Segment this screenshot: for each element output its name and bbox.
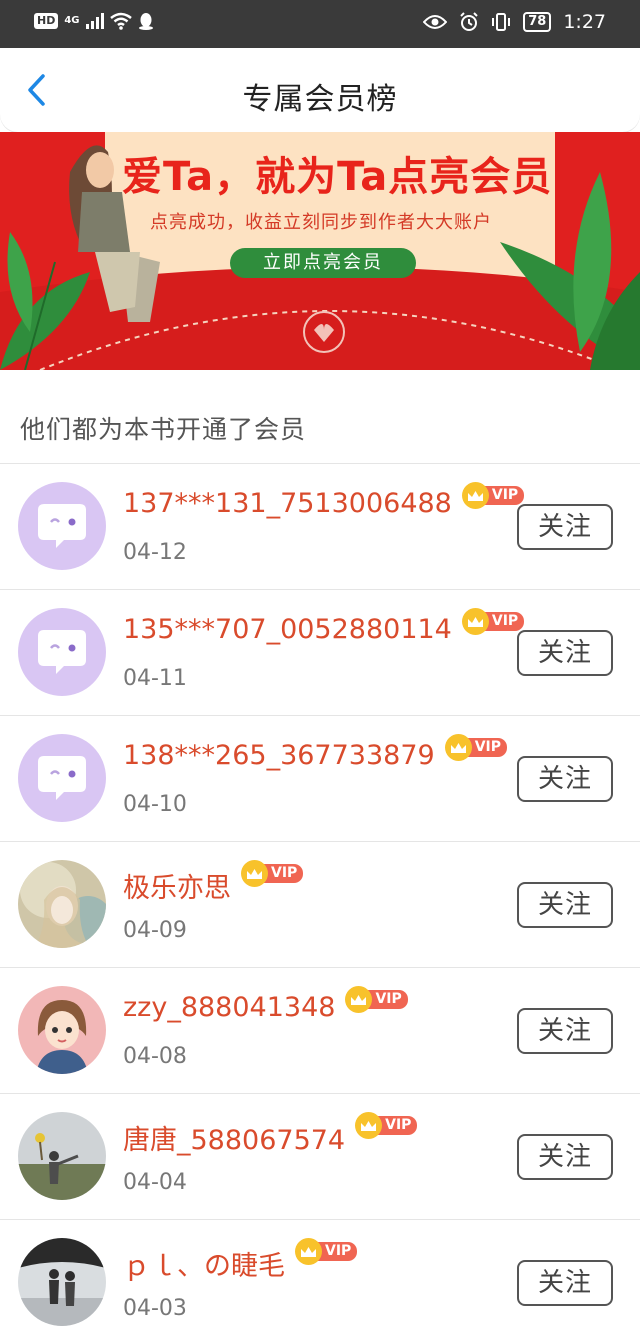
member-name[interactable]: 138***265_367733879 [123,740,435,771]
vip-label: VIP [465,738,507,757]
vip-label: VIP [482,486,525,505]
light-up-member-button[interactable]: 立即点亮会员 [230,248,416,278]
vip-label: VIP [376,1116,418,1135]
list-item[interactable]: zzy_888041348 VIP 04-08 关注 [0,968,640,1094]
member-name[interactable]: 135***707_0052880114 [123,614,452,645]
vip-badge: VIP [461,608,525,635]
wifi-icon [109,12,132,30]
vip-badge: VIP [241,860,304,887]
hd-indicator: HD [34,13,59,29]
crown-icon [461,482,489,509]
list-item[interactable]: 极乐亦思 VIP 04-09 关注 [0,842,640,968]
name-line: 137***131_7513006488 VIP [123,482,525,519]
vibrate-icon [492,13,511,31]
vip-label: VIP [366,990,408,1009]
alarm-icon [460,12,478,31]
list-item[interactable]: ｐｌ、の睫毛 VIP 04-03 关注 [0,1220,640,1330]
status-bar-right: 78 1:27 [423,11,606,33]
chat-bubble-icon [18,482,106,570]
member-name[interactable]: 137***131_7513006488 [123,488,452,519]
avatar[interactable] [18,482,106,570]
page-title: 专属会员榜 [242,82,398,117]
avatar[interactable] [18,608,106,696]
chat-bubble-icon [18,734,106,822]
qq-icon [138,13,153,30]
follow-button[interactable]: 关注 [517,1260,613,1306]
promo-banner[interactable]: 爱Ta，就为Ta点亮会员 点亮成功，收益立刻同步到作者大大账户 立即点亮会员 [0,132,640,370]
list-item[interactable]: 137***131_7513006488 VIP 04-12 关注 [0,464,640,590]
follow-button[interactable]: 关注 [517,504,613,550]
status-bar: HD 4G 78 1:27 [0,0,640,48]
member-name[interactable]: zzy_888041348 [123,992,335,1023]
chat-bubble-icon [18,608,106,696]
follow-button[interactable]: 关注 [517,630,613,676]
follow-button[interactable]: 关注 [517,882,613,928]
member-name[interactable]: 极乐亦思 [123,866,231,905]
banner-title: 爱Ta，就为Ta点亮会员 [122,154,553,200]
follow-button[interactable]: 关注 [517,1134,613,1180]
name-line: zzy_888041348 VIP [123,986,408,1023]
follow-button[interactable]: 关注 [517,756,613,802]
member-list: 137***131_7513006488 VIP 04-12 关注 135***… [0,464,640,1330]
status-bar-left: HD 4G [34,12,154,30]
crown-icon [241,860,268,887]
eye-icon [423,15,448,29]
vip-label: VIP [316,1242,358,1261]
crown-icon [295,1238,322,1265]
vip-badge: VIP [345,986,408,1013]
avatar[interactable] [18,860,106,948]
avatar[interactable] [18,734,106,822]
name-line: 极乐亦思 VIP [123,860,304,905]
list-item[interactable]: 唐唐_588067574 VIP 04-04 关注 [0,1094,640,1220]
avatar[interactable] [18,986,106,1074]
member-name[interactable]: 唐唐_588067574 [123,1118,345,1157]
member-date: 04-11 [123,666,187,691]
vip-badge: VIP [461,482,525,509]
field-photo-avatar-image [18,1112,106,1200]
clock-time: 1:27 [563,11,606,33]
vip-label: VIP [482,612,525,631]
avatar[interactable] [18,1238,106,1326]
battery-icon: 78 [523,12,552,32]
crown-icon [461,608,489,635]
crown-icon [444,734,472,761]
name-line: 138***265_367733879 VIP [123,734,507,771]
member-name[interactable]: ｐｌ、の睫毛 [123,1244,285,1283]
crown-icon [355,1112,383,1139]
member-date: 04-04 [123,1170,187,1195]
member-date: 04-09 [123,918,187,943]
name-line: 135***707_0052880114 VIP [123,608,525,645]
list-item[interactable]: 135***707_0052880114 VIP 04-11 关注 [0,590,640,716]
name-line: ｐｌ、の睫毛 VIP [123,1238,358,1283]
name-line: 唐唐_588067574 VIP [123,1112,418,1157]
member-date: 04-08 [123,1044,187,1069]
signal-icon [85,13,104,29]
member-date: 04-10 [123,792,187,817]
illustrated-girl-avatar-image [18,860,106,948]
vip-badge: VIP [295,1238,358,1265]
vip-label: VIP [262,864,304,883]
section-title: 他们都为本书开通了会员 [20,415,307,444]
couple-photo-avatar-image [18,1238,106,1326]
network-type: 4G [64,15,80,26]
follow-button[interactable]: 关注 [517,1008,613,1054]
member-date: 04-12 [123,540,187,565]
member-date: 04-03 [123,1296,187,1321]
list-item[interactable]: 138***265_367733879 VIP 04-10 关注 [0,716,640,842]
top-nav-bar: 专属会员榜 [0,48,640,132]
avatar[interactable] [18,1112,106,1200]
cartoon-woman-avatar-image [18,986,106,1074]
banner-subtitle: 点亮成功，收益立刻同步到作者大大账户 [150,212,492,233]
vip-badge: VIP [444,734,507,761]
vip-badge: VIP [355,1112,418,1139]
